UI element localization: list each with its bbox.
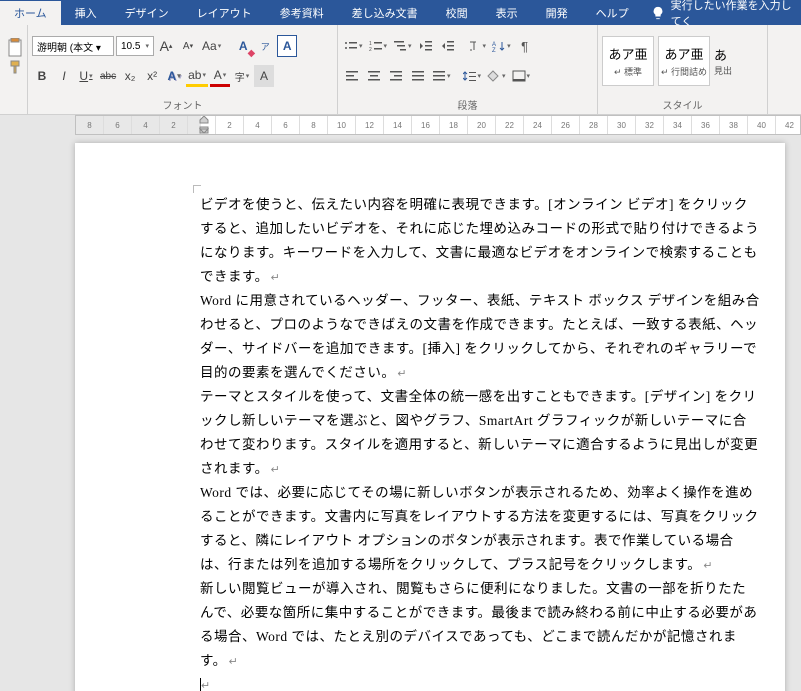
line-spacing-button[interactable] xyxy=(461,65,484,87)
document-page[interactable]: ビデオを使うと、伝えたい内容を明確に表現できます。[オンライン ビデオ] をクリ… xyxy=(75,143,785,691)
tab-layout[interactable]: レイアウト xyxy=(183,1,266,25)
text-effect-button[interactable]: A xyxy=(164,65,184,87)
svg-text:2: 2 xyxy=(369,47,372,52)
indent-marker-icon[interactable] xyxy=(199,115,209,135)
clear-format-button[interactable]: A◆ xyxy=(233,35,253,57)
style-label: ↵ 行間詰め xyxy=(661,65,707,78)
document-body[interactable]: ビデオを使うと、伝えたい内容を明確に表現できます。[オンライン ビデオ] をクリ… xyxy=(200,193,760,691)
tab-developer[interactable]: 開発 xyxy=(532,1,582,25)
align-distribute-button[interactable] xyxy=(430,65,453,87)
workspace: ビデオを使うと、伝えたい内容を明確に表現できます。[オンライン ビデオ] をクリ… xyxy=(0,135,801,691)
align-justify-button[interactable] xyxy=(408,65,428,87)
font-group-label: フォント xyxy=(32,95,333,114)
tab-view[interactable]: 表示 xyxy=(482,1,532,25)
align-center-button[interactable] xyxy=(364,65,384,87)
style-heading-partial[interactable]: あ 見出 xyxy=(714,45,744,77)
paste-button[interactable] xyxy=(4,27,26,85)
tab-help[interactable]: ヘルプ xyxy=(582,1,643,25)
font-group: 游明朝 (本文 ▾ 10.5▾ A▴ A▾ Aa A◆ ア A B I U ab… xyxy=(28,25,338,114)
format-painter-icon xyxy=(9,60,21,74)
tab-home[interactable]: ホーム xyxy=(0,1,61,25)
font-size-combo[interactable]: 10.5▾ xyxy=(116,36,154,56)
clipboard-group xyxy=(0,25,28,114)
style-sample: あア亜 xyxy=(664,44,703,63)
ribbon: 游明朝 (本文 ▾ 10.5▾ A▴ A▾ Aa A◆ ア A B I U ab… xyxy=(0,25,801,115)
borders-button[interactable] xyxy=(510,65,533,87)
style-normal[interactable]: あア亜 ↵ 標準 xyxy=(602,36,654,86)
paragraph: Word では、必要に応じてその場に新しいボタンが表示されるため、効率よく操作を… xyxy=(200,485,759,572)
paragraph: Word に用意されているヘッダー、フッター、表紙、テキスト ボックス デザイン… xyxy=(200,293,760,380)
style-sample: あア亜 xyxy=(608,44,647,63)
bullets-button[interactable] xyxy=(342,35,365,57)
paragraph-group: 12 AZ ¶ 段落 xyxy=(338,25,598,114)
char-shading-button[interactable]: A xyxy=(254,65,274,87)
underline-button[interactable]: U xyxy=(76,65,96,87)
styles-group-label: スタイル xyxy=(602,95,763,114)
margin-corner-icon xyxy=(193,185,201,193)
shrink-font-button[interactable]: A▾ xyxy=(178,35,198,57)
change-case-button[interactable]: Aa xyxy=(200,35,223,57)
subscript-button[interactable]: x₂ xyxy=(120,65,140,87)
lightbulb-icon xyxy=(651,6,665,20)
indent-inc-button[interactable] xyxy=(438,35,458,57)
font-name-combo[interactable]: 游明朝 (本文 ▾ xyxy=(32,36,114,56)
font-color-button[interactable]: A xyxy=(210,65,230,87)
italic-button[interactable]: I xyxy=(54,65,74,87)
grow-font-button[interactable]: A▴ xyxy=(156,35,176,57)
text-direction-button[interactable] xyxy=(466,35,489,57)
char-border-button[interactable]: A xyxy=(277,35,297,57)
multilevel-button[interactable] xyxy=(391,35,414,57)
show-marks-button[interactable]: ¶ xyxy=(515,35,535,57)
shading-button[interactable] xyxy=(485,65,508,87)
align-right-button[interactable] xyxy=(386,65,406,87)
bold-button[interactable]: B xyxy=(32,65,52,87)
sort-button[interactable]: AZ xyxy=(490,35,513,57)
styles-group: あア亜 ↵ 標準 あア亜 ↵ 行間詰め あ 見出 スタイル xyxy=(598,25,768,114)
ruler-area: 8642246810121416182022242628303234363840… xyxy=(0,115,801,135)
horizontal-ruler[interactable]: 8642246810121416182022242628303234363840… xyxy=(75,115,801,135)
strike-button[interactable]: abc xyxy=(98,65,118,87)
enclose-char-button[interactable]: 字 xyxy=(232,65,252,87)
tab-design[interactable]: デザイン xyxy=(111,1,183,25)
superscript-button[interactable]: x² xyxy=(142,65,162,87)
style-label: ↵ 標準 xyxy=(614,65,642,78)
indent-dec-button[interactable] xyxy=(416,35,436,57)
highlight-button[interactable]: ab xyxy=(186,65,208,87)
style-sample: あ xyxy=(714,45,727,64)
tab-references[interactable]: 参考資料 xyxy=(266,1,338,25)
align-left-button[interactable] xyxy=(342,65,362,87)
style-nospacing[interactable]: あア亜 ↵ 行間詰め xyxy=(658,36,710,86)
phonetic-button[interactable]: ア xyxy=(255,35,275,57)
tab-review[interactable]: 校閲 xyxy=(432,1,482,25)
style-label: 見出 xyxy=(714,64,732,77)
paragraph: テーマとスタイルを使って、文書全体の統一感を出すこともできます。[デザイン] を… xyxy=(200,389,758,476)
paragraph-group-label: 段落 xyxy=(342,95,593,114)
svg-text:Z: Z xyxy=(492,48,496,52)
paragraph: 新しい閲覧ビューが導入され、閲覧もさらに便利になりました。文書の一部を折りたたん… xyxy=(200,581,757,668)
paragraph: ビデオを使うと、伝えたい内容を明確に表現できます。[オンライン ビデオ] をクリ… xyxy=(200,197,759,284)
tab-insert[interactable]: 挿入 xyxy=(61,1,111,25)
ribbon-tabs: ホーム 挿入 デザイン レイアウト 参考資料 差し込み文書 校閲 表示 開発 ヘ… xyxy=(0,0,801,25)
tab-mailings[interactable]: 差し込み文書 xyxy=(338,1,432,25)
clipboard-label xyxy=(4,110,23,114)
numbering-button[interactable]: 12 xyxy=(367,35,390,57)
